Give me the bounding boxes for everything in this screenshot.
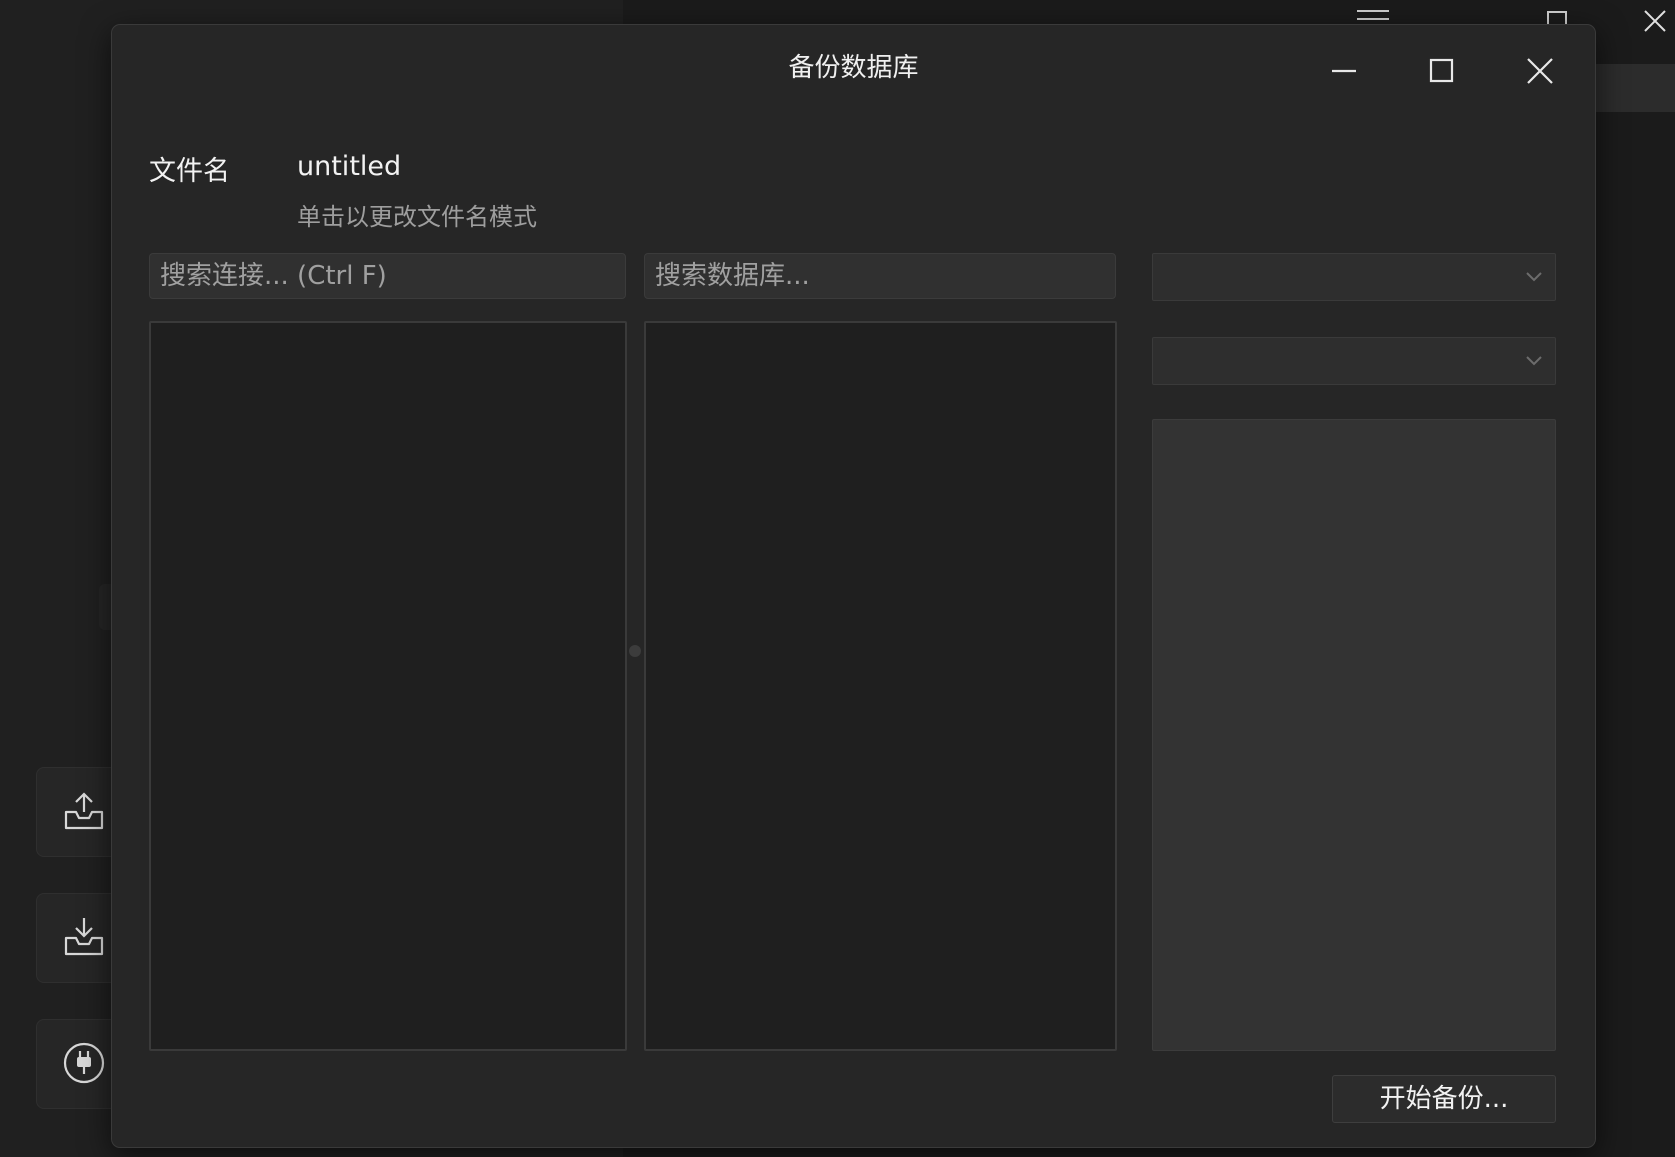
filename-label: 文件名 [149,156,230,187]
plug-icon [63,1042,105,1084]
backup-options-panel [1152,419,1556,1051]
dialog-close-button[interactable] [1520,51,1560,91]
chevron-down-icon [1526,272,1542,282]
sidebar-collapse-handle[interactable] [99,584,111,630]
minimize-icon [1332,69,1356,73]
connections-list[interactable] [149,321,627,1051]
maximize-icon [1429,58,1454,83]
dialog-title: 备份数据库 [788,53,919,83]
window-close-icon[interactable] [1640,6,1670,36]
chevron-down-icon [1526,356,1542,366]
backup-option-dropdown-1[interactable] [1152,253,1556,301]
panel-splitter-handle[interactable] [629,645,641,657]
search-connections-input[interactable] [149,253,626,299]
databases-list[interactable] [644,321,1117,1051]
upload-tray-icon [64,792,104,830]
download-tray-icon [64,918,104,956]
backup-option-dropdown-2[interactable] [1152,337,1556,385]
background-app-toolbar-strip [1595,64,1675,112]
filename-pattern-hint[interactable]: 单击以更改文件名模式 [297,197,537,232]
filename-value[interactable]: untitled [297,151,401,182]
backup-database-dialog: 备份数据库 文件名 untitled 单击以更改文件名模式 开始备份... [111,24,1596,1148]
dialog-minimize-button[interactable] [1324,51,1364,91]
start-backup-button[interactable]: 开始备份... [1332,1075,1556,1123]
close-icon [1527,58,1553,84]
search-databases-input[interactable] [644,253,1116,299]
dialog-maximize-button[interactable] [1422,51,1462,91]
